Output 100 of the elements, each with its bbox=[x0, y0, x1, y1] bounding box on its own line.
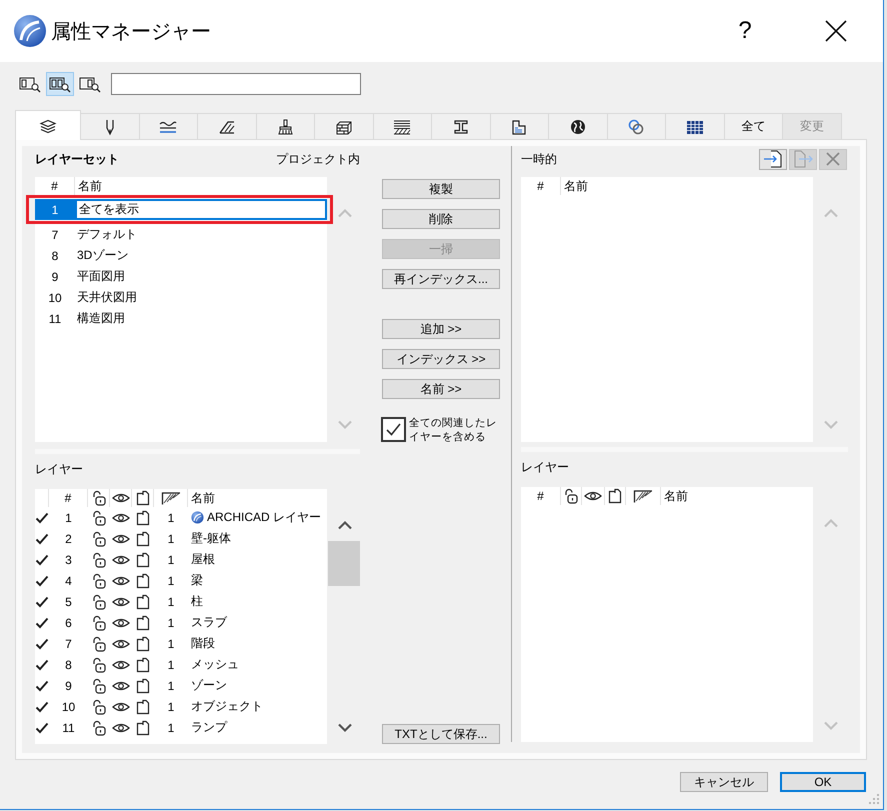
check-icon[interactable] bbox=[35, 596, 49, 608]
row-number[interactable]: 10 bbox=[35, 287, 75, 308]
panel-search-icon bbox=[79, 76, 101, 92]
file-icon[interactable] bbox=[136, 552, 150, 568]
column-header[interactable]: # bbox=[49, 489, 88, 507]
row-number[interactable]: 9 bbox=[35, 266, 75, 287]
resize-grip-icon[interactable] bbox=[867, 792, 879, 804]
transfer-button[interactable]: インデックス >> bbox=[382, 349, 500, 369]
check-icon[interactable] bbox=[35, 554, 49, 566]
open-lock-icon[interactable] bbox=[91, 678, 107, 694]
layer-number: 4 bbox=[64, 572, 73, 590]
dialog-button[interactable]: OK bbox=[780, 772, 866, 792]
grid-icon bbox=[686, 118, 704, 134]
row-number[interactable]: 8 bbox=[35, 245, 75, 266]
eye-icon[interactable] bbox=[112, 554, 130, 566]
scrollbar-thumb[interactable] bbox=[328, 541, 360, 586]
chevron-up-icon[interactable] bbox=[338, 521, 352, 529]
file-icon[interactable] bbox=[136, 614, 150, 630]
eye-icon[interactable] bbox=[112, 722, 130, 734]
search-field[interactable] bbox=[111, 73, 361, 95]
file-icon[interactable] bbox=[136, 656, 150, 672]
layer-name[interactable]: ARCHICAD レイヤー bbox=[207, 509, 322, 526]
open-lock-icon[interactable] bbox=[91, 614, 107, 630]
column-header[interactable]: # bbox=[521, 487, 561, 505]
check-icon[interactable] bbox=[35, 512, 49, 524]
open-lock-icon[interactable] bbox=[91, 552, 107, 568]
action-button[interactable]: 削除 bbox=[382, 209, 500, 229]
name-edit-field[interactable]: 全てを表示 bbox=[75, 199, 327, 220]
layer-set-name[interactable]: 構造図用 bbox=[75, 308, 327, 329]
eye-icon[interactable] bbox=[112, 574, 130, 586]
layer-name[interactable]: ゾーン bbox=[191, 677, 227, 694]
column-header[interactable]: 名前 bbox=[561, 177, 813, 195]
file-icon[interactable] bbox=[136, 530, 150, 546]
check-icon[interactable] bbox=[35, 616, 49, 628]
eye-icon[interactable] bbox=[112, 512, 130, 524]
check-icon[interactable] bbox=[35, 638, 49, 650]
layer-name[interactable]: 梁 bbox=[191, 572, 203, 589]
save-text-button[interactable]: TXTとして保存... bbox=[382, 724, 500, 744]
eye-icon[interactable] bbox=[112, 596, 130, 608]
eye-icon[interactable] bbox=[112, 658, 130, 670]
file-icon[interactable] bbox=[136, 636, 150, 652]
row-number[interactable]: 7 bbox=[35, 224, 75, 245]
eye-icon[interactable] bbox=[112, 700, 130, 712]
file-icon[interactable] bbox=[136, 720, 150, 736]
layer-name[interactable]: メッシュ bbox=[191, 656, 239, 673]
layer-name[interactable]: 壁-躯体 bbox=[191, 530, 231, 547]
open-lock-icon[interactable] bbox=[91, 530, 107, 546]
check-icon[interactable] bbox=[35, 574, 49, 586]
open-lock-icon[interactable] bbox=[91, 594, 107, 610]
layer-set-name[interactable]: デフォルト bbox=[75, 224, 327, 245]
help-button[interactable]: ? bbox=[730, 14, 760, 48]
tab[interactable] bbox=[15, 110, 81, 140]
eye-icon[interactable] bbox=[112, 638, 130, 650]
open-lock-icon[interactable] bbox=[91, 698, 107, 714]
layer-set-name[interactable]: 平面図用 bbox=[75, 266, 327, 287]
chevron-down-icon[interactable] bbox=[338, 724, 352, 732]
view-mode-button[interactable] bbox=[46, 72, 74, 96]
transfer-button[interactable]: 名前 >> bbox=[382, 379, 500, 399]
check-icon[interactable] bbox=[35, 658, 49, 670]
file-icon[interactable] bbox=[136, 698, 150, 714]
open-lock-icon[interactable] bbox=[91, 510, 107, 526]
column-header[interactable]: 名前 bbox=[188, 489, 327, 507]
eye-icon[interactable] bbox=[112, 680, 130, 692]
column-header[interactable]: # bbox=[35, 177, 75, 195]
document-arrow-button[interactable] bbox=[759, 148, 787, 170]
open-lock-icon[interactable] bbox=[91, 636, 107, 652]
open-lock-icon[interactable] bbox=[91, 656, 107, 672]
file-icon[interactable] bbox=[136, 678, 150, 694]
blocks-icon bbox=[334, 118, 353, 134]
hatch-pattern-icon bbox=[633, 489, 653, 503]
action-button[interactable]: 再インデックス... bbox=[382, 269, 500, 289]
check-icon[interactable] bbox=[35, 700, 49, 712]
layer-name[interactable]: オブジェクト bbox=[191, 698, 263, 715]
check-icon[interactable] bbox=[35, 680, 49, 692]
column-header[interactable]: 名前 bbox=[661, 487, 813, 505]
layer-name[interactable]: 階段 bbox=[191, 635, 215, 652]
layer-name[interactable]: 柱 bbox=[191, 593, 203, 610]
file-icon[interactable] bbox=[136, 510, 150, 526]
row-number[interactable]: 11 bbox=[35, 308, 75, 329]
layer-set-name[interactable]: 3Dゾーン bbox=[75, 245, 327, 266]
check-icon[interactable] bbox=[35, 722, 49, 734]
checkbox[interactable] bbox=[381, 417, 406, 442]
dialog-button[interactable]: キャンセル bbox=[680, 772, 768, 792]
eye-icon[interactable] bbox=[112, 616, 130, 628]
eye-icon[interactable] bbox=[112, 532, 130, 544]
check-icon[interactable] bbox=[35, 532, 49, 544]
file-icon[interactable] bbox=[136, 572, 150, 588]
open-lock-icon[interactable] bbox=[91, 572, 107, 588]
action-button[interactable]: 複製 bbox=[382, 179, 500, 199]
layer-name[interactable]: 屋根 bbox=[191, 551, 215, 568]
checkbox-label[interactable]: 全ての関連したレイヤーを含める bbox=[409, 416, 505, 444]
column-header[interactable]: 名前 bbox=[75, 177, 327, 195]
transfer-button[interactable]: 追加 >> bbox=[382, 319, 500, 339]
open-lock-icon[interactable] bbox=[91, 720, 107, 736]
file-icon[interactable] bbox=[136, 594, 150, 610]
row-number[interactable]: 1 bbox=[35, 199, 75, 220]
column-header[interactable]: # bbox=[521, 177, 561, 195]
layer-name[interactable]: スラブ bbox=[191, 614, 227, 631]
layer-name[interactable]: ランプ bbox=[191, 719, 227, 736]
layer-set-name[interactable]: 天井伏図用 bbox=[75, 287, 327, 308]
